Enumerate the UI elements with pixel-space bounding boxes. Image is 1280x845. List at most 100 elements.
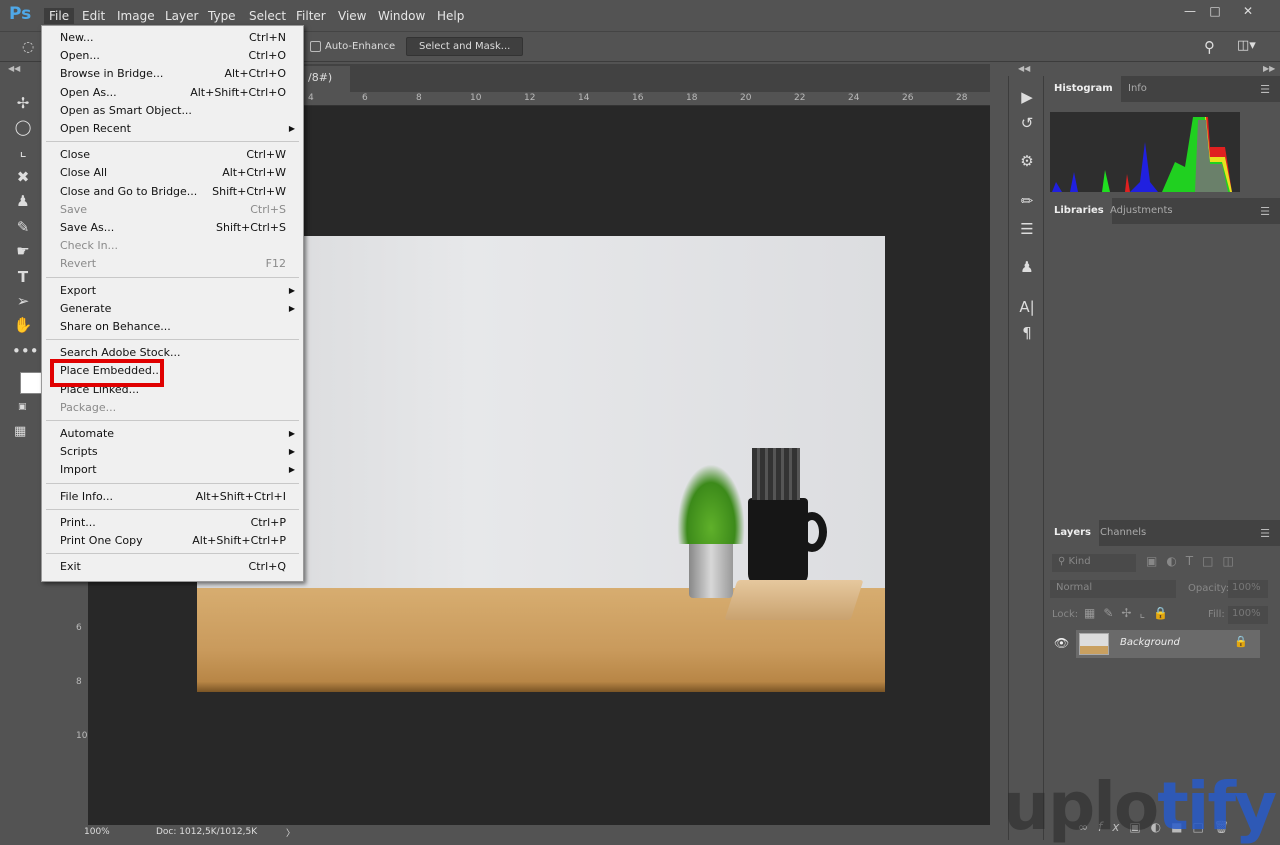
- path-selection-tool-icon[interactable]: ➢: [12, 292, 34, 310]
- menu-item-print[interactable]: Print... Ctrl+P: [42, 514, 303, 532]
- menu-filter[interactable]: Filter: [291, 8, 331, 24]
- quick-mask-icon[interactable]: ▦: [14, 424, 26, 439]
- menu-item-import[interactable]: Import ▶: [42, 461, 303, 479]
- expand-panels-icon[interactable]: ▶▶: [1263, 64, 1275, 73]
- hand-tool-icon[interactable]: ✋: [12, 316, 34, 334]
- ruler-tick-label: 22: [794, 93, 806, 103]
- menu-item-label: Close: [60, 148, 90, 162]
- menu-item-scripts[interactable]: Scripts ▶: [42, 443, 303, 461]
- menu-item-shortcut: Shift+Ctrl+S: [216, 221, 286, 234]
- layer-name: Background: [1120, 637, 1180, 648]
- swap-colors-icon[interactable]: ▣: [18, 402, 27, 412]
- kind-label: Kind: [1068, 556, 1091, 567]
- opacity-input[interactable]: 100%: [1228, 580, 1268, 598]
- blend-mode-select[interactable]: Normal: [1050, 580, 1176, 598]
- menu-item-automate[interactable]: Automate ▶: [42, 425, 303, 443]
- clone-source-icon[interactable]: ♟: [1017, 258, 1037, 276]
- character-icon[interactable]: A|: [1017, 298, 1037, 316]
- menu-view[interactable]: View: [333, 8, 371, 24]
- auto-enhance-label: Auto-Enhance: [325, 41, 396, 52]
- menu-item-generate[interactable]: Generate ▶: [42, 300, 303, 318]
- menu-item-close-and-go-to-bridge[interactable]: Close and Go to Bridge... Shift+Ctrl+W: [42, 183, 303, 201]
- menu-layer[interactable]: Layer: [160, 8, 203, 24]
- crop-tool-icon[interactable]: ⌞: [12, 142, 34, 160]
- fill-input[interactable]: 100%: [1228, 606, 1268, 624]
- lock-icons[interactable]: ▦✎✢⌞🔒: [1084, 606, 1176, 620]
- smudge-tool-icon[interactable]: ☛: [12, 242, 34, 260]
- menu-item-shortcut: Ctrl+O: [248, 49, 286, 63]
- menu-item-print-one-copy[interactable]: Print One Copy Alt+Shift+Ctrl+P: [42, 532, 303, 550]
- lasso-tool-icon[interactable]: ◯: [12, 118, 34, 136]
- tab-channels[interactable]: Channels: [1092, 520, 1154, 546]
- layer-filter-icons[interactable]: ▣◐T□◫: [1146, 554, 1243, 568]
- menu-item-package: Package...: [42, 399, 303, 417]
- panel-menu-icon[interactable]: ☰: [1260, 205, 1270, 218]
- collapse-toolbar-icon[interactable]: ◀◀: [8, 64, 20, 73]
- menu-item-label: Open As...: [60, 85, 117, 99]
- patch-tool-icon[interactable]: ✖: [12, 168, 34, 186]
- panel-menu-icon[interactable]: ☰: [1260, 83, 1270, 96]
- menu-item-label: Revert: [60, 257, 97, 271]
- menu-item-save-as[interactable]: Save As... Shift+Ctrl+S: [42, 219, 303, 237]
- menu-item-label: Print One Copy: [60, 534, 143, 547]
- menu-item-exit[interactable]: Exit Ctrl+Q: [42, 558, 303, 576]
- eraser-tool-icon[interactable]: ✎: [12, 218, 34, 236]
- panel-menu-icon[interactable]: ☰: [1260, 527, 1270, 540]
- menu-window[interactable]: Window: [373, 8, 430, 24]
- restore-icon[interactable]: □: [1203, 4, 1227, 18]
- workspace-icon[interactable]: ◫▾: [1237, 38, 1256, 53]
- tab-adjustments[interactable]: Adjustments: [1102, 198, 1181, 224]
- collapse-panels-icon[interactable]: ◀◀: [1018, 64, 1030, 73]
- menu-item-open-as[interactable]: Open As... Alt+Shift+Ctrl+O: [42, 84, 303, 102]
- menu-item-shortcut: Alt+Shift+Ctrl+I: [195, 489, 286, 503]
- quick-selection-tool-icon[interactable]: ◌: [22, 39, 34, 55]
- menu-item-new[interactable]: New... Ctrl+N: [42, 29, 303, 47]
- image-notebook: [724, 580, 864, 620]
- menu-item-share-on-behance[interactable]: Share on Behance...: [42, 318, 303, 336]
- menu-item-close[interactable]: Close Ctrl+W: [42, 146, 303, 164]
- zoom-level[interactable]: 100%: [84, 827, 110, 837]
- paragraph-icon[interactable]: ¶: [1017, 324, 1037, 342]
- actions-icon[interactable]: ▶: [1017, 88, 1037, 106]
- opacity-label: Opacity:: [1188, 583, 1230, 594]
- 3d-icon[interactable]: ⚙: [1017, 152, 1037, 170]
- menu-item-close-all[interactable]: Close All Alt+Ctrl+W: [42, 164, 303, 182]
- stamp-tool-icon[interactable]: ♟: [12, 192, 34, 210]
- auto-enhance-checkbox[interactable]: [310, 41, 321, 52]
- layer-filter-kind[interactable]: ⚲ Kind: [1052, 554, 1136, 572]
- menu-item-open-recent[interactable]: Open Recent ▶: [42, 120, 303, 138]
- menu-item-label: Automate: [60, 427, 115, 440]
- more-tools-icon[interactable]: •••: [12, 342, 39, 360]
- foreground-color-swatch[interactable]: [20, 372, 42, 394]
- menu-item-label: Close and Go to Bridge...: [60, 184, 198, 198]
- minimize-icon[interactable]: —: [1178, 4, 1202, 18]
- menu-item-browse-in-bridge[interactable]: Browse in Bridge... Alt+Ctrl+O: [42, 65, 303, 83]
- menu-item-open[interactable]: Open... Ctrl+O: [42, 47, 303, 65]
- menu-select[interactable]: Select: [244, 8, 291, 24]
- status-menu-arrow[interactable]: 〉: [286, 826, 295, 839]
- menu-type[interactable]: Type: [203, 8, 241, 24]
- image-plant-pot: [689, 536, 733, 598]
- select-and-mask-button[interactable]: Select and Mask...: [406, 37, 524, 56]
- menu-help[interactable]: Help: [432, 8, 469, 24]
- menu-item-open-as-smart-object[interactable]: Open as Smart Object...: [42, 102, 303, 120]
- tab-histogram[interactable]: Histogram: [1046, 76, 1121, 102]
- type-tool-icon[interactable]: T: [12, 268, 34, 286]
- ruler-tick-label: 26: [902, 93, 914, 103]
- menu-edit[interactable]: Edit: [77, 8, 110, 24]
- search-icon[interactable]: ⚲: [1204, 38, 1215, 56]
- brushes-icon[interactable]: ✏: [1017, 192, 1037, 210]
- menu-file[interactable]: File: [44, 8, 75, 24]
- menu-item-export[interactable]: Export ▶: [42, 282, 303, 300]
- menu-item-file-info[interactable]: File Info... Alt+Shift+Ctrl+I: [42, 488, 303, 506]
- brush-settings-icon[interactable]: ☰: [1017, 220, 1037, 238]
- tab-info[interactable]: Info: [1120, 76, 1155, 102]
- layer-row-background[interactable]: Background 🔒: [1076, 630, 1260, 658]
- visibility-eye-icon[interactable]: 👁: [1054, 636, 1069, 650]
- menu-separator: [46, 420, 299, 421]
- move-tool-icon[interactable]: ✢: [12, 94, 34, 112]
- menu-image[interactable]: Image: [112, 8, 160, 24]
- menu-item-save: Save Ctrl+S: [42, 201, 303, 219]
- close-window-icon[interactable]: ✕: [1236, 4, 1260, 18]
- history-icon[interactable]: ↺: [1017, 114, 1037, 132]
